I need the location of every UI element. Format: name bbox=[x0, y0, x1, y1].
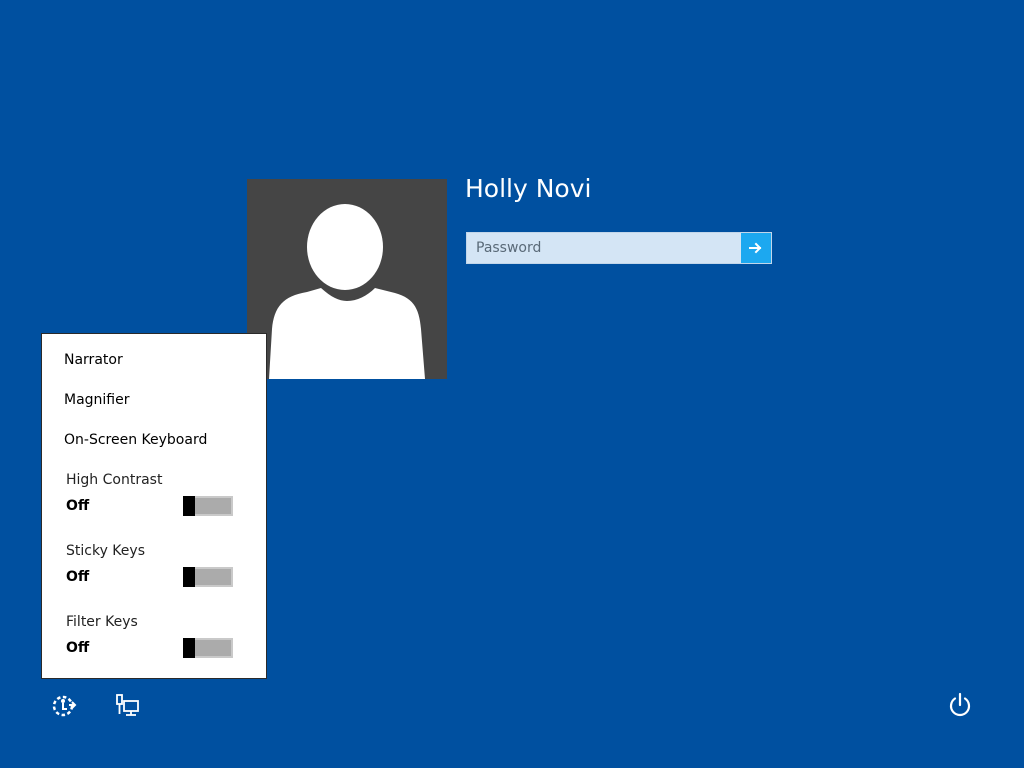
menu-item-on-screen-keyboard[interactable]: On-Screen Keyboard bbox=[64, 432, 207, 448]
menu-item-magnifier[interactable]: Magnifier bbox=[64, 392, 130, 408]
password-input[interactable] bbox=[467, 233, 741, 263]
ease-of-access-button[interactable] bbox=[47, 690, 79, 722]
password-box bbox=[466, 232, 772, 264]
user-avatar bbox=[247, 179, 447, 379]
user-silhouette-icon bbox=[269, 204, 425, 379]
filter-keys-toggle[interactable] bbox=[183, 638, 233, 658]
sticky-keys-label: Sticky Keys bbox=[66, 543, 145, 559]
sticky-keys-state: Off bbox=[66, 569, 90, 585]
high-contrast-state: Off bbox=[66, 498, 90, 514]
user-name: Holly Novi bbox=[465, 174, 592, 203]
arrow-right-icon bbox=[749, 242, 762, 254]
power-button[interactable] bbox=[944, 689, 976, 721]
network-icon bbox=[116, 694, 139, 716]
submit-button[interactable] bbox=[741, 233, 771, 263]
network-button[interactable] bbox=[111, 690, 143, 722]
ease-of-access-menu: Narrator Magnifier On-Screen Keyboard Hi… bbox=[41, 333, 267, 679]
toggle-knob bbox=[183, 496, 195, 516]
sticky-keys-toggle[interactable] bbox=[183, 567, 233, 587]
ease-of-access-icon bbox=[52, 695, 77, 717]
high-contrast-label: High Contrast bbox=[66, 472, 163, 488]
menu-item-narrator[interactable]: Narrator bbox=[64, 352, 123, 368]
lock-screen: Holly Novi Narrator Magnifier On-Screen … bbox=[0, 0, 1024, 768]
toggle-knob bbox=[183, 638, 195, 658]
toggle-knob bbox=[183, 567, 195, 587]
high-contrast-toggle[interactable] bbox=[183, 496, 233, 516]
filter-keys-state: Off bbox=[66, 640, 90, 656]
filter-keys-label: Filter Keys bbox=[66, 614, 138, 630]
power-icon bbox=[949, 692, 971, 717]
